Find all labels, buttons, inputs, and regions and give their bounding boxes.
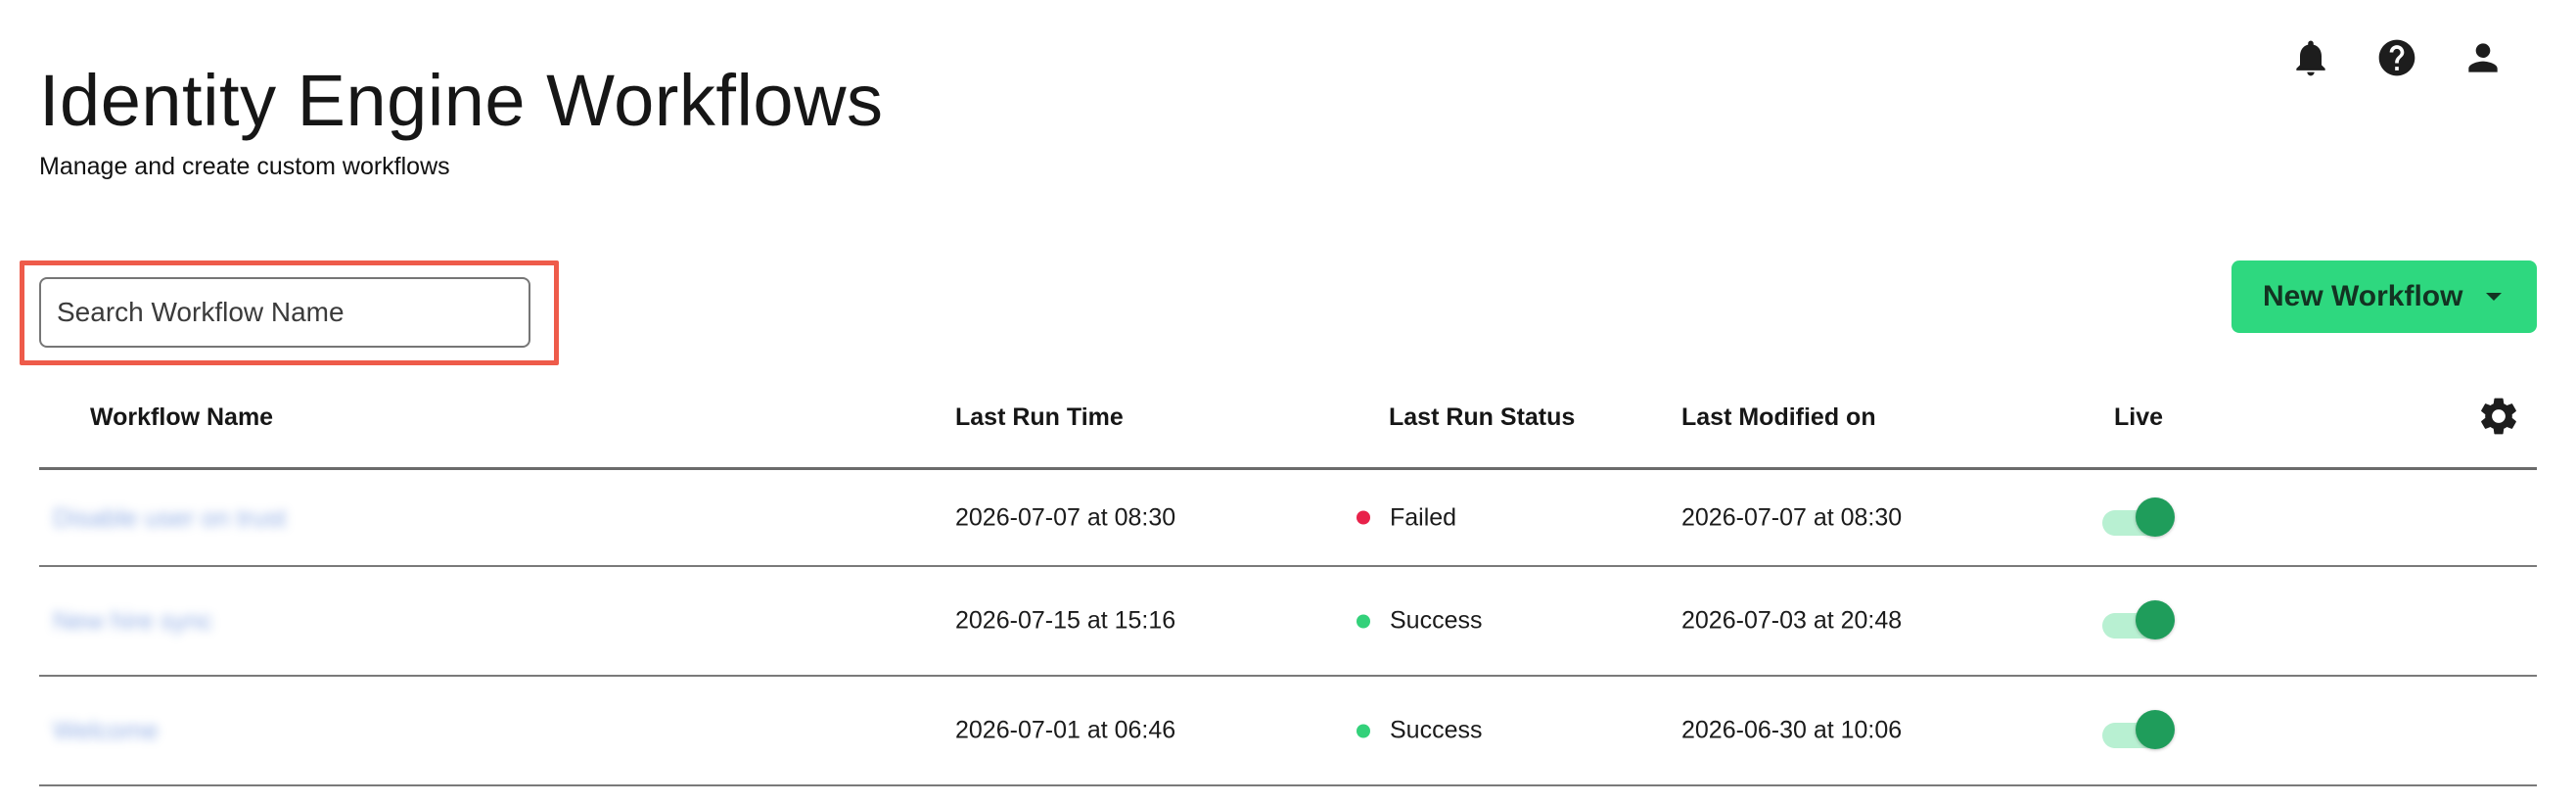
user-icon[interactable] bbox=[2459, 33, 2507, 82]
page-subtitle: Manage and create custom workflows bbox=[39, 153, 450, 180]
status-label: Success bbox=[1390, 606, 1483, 635]
last-modified: 2026-06-30 at 10:06 bbox=[1681, 716, 1903, 744]
workflows-page: Identity Engine Workflows Manage and cre… bbox=[0, 0, 2576, 805]
last-run-status: Success bbox=[1357, 717, 1482, 745]
chevron-down-icon[interactable] bbox=[2486, 293, 2502, 301]
search-input[interactable] bbox=[39, 277, 530, 348]
toggle-knob bbox=[2136, 600, 2175, 639]
workflow-name-link[interactable]: Welcome bbox=[53, 716, 159, 746]
live-toggle[interactable] bbox=[2100, 497, 2179, 540]
workflows-table: Workflow Name Last Run Time Last Run Sta… bbox=[39, 384, 2537, 786]
workflow-name-link[interactable]: Disable user on trust bbox=[53, 502, 286, 533]
table-row[interactable]: Disable user on trust 2026-07-07 at 08:3… bbox=[39, 470, 2537, 567]
last-modified: 2026-07-07 at 08:30 bbox=[1681, 503, 1903, 531]
status-dot bbox=[1357, 510, 1370, 525]
live-toggle[interactable] bbox=[2100, 709, 2179, 752]
column-header-live[interactable]: Live bbox=[2114, 403, 2163, 432]
column-header-last-run-time[interactable]: Last Run Time bbox=[955, 403, 1124, 432]
last-run-status: Failed bbox=[1357, 503, 1456, 532]
column-header-name[interactable]: Workflow Name bbox=[90, 403, 273, 432]
top-icon-bar bbox=[2286, 33, 2507, 82]
toggle-knob bbox=[2136, 710, 2175, 749]
live-toggle[interactable] bbox=[2100, 599, 2179, 642]
toggle-knob bbox=[2136, 497, 2175, 537]
column-header-last-run-status[interactable]: Last Run Status bbox=[1389, 403, 1575, 432]
last-run-time: 2026-07-07 at 08:30 bbox=[955, 503, 1176, 531]
last-modified: 2026-07-03 at 20:48 bbox=[1681, 606, 1903, 635]
help-icon[interactable] bbox=[2372, 33, 2421, 82]
last-run-status: Success bbox=[1357, 607, 1482, 636]
status-dot bbox=[1357, 614, 1370, 628]
status-label: Failed bbox=[1390, 503, 1457, 531]
bell-icon[interactable] bbox=[2286, 33, 2335, 82]
status-label: Success bbox=[1390, 716, 1483, 744]
last-run-time: 2026-07-01 at 06:46 bbox=[955, 716, 1176, 744]
column-header-last-modified[interactable]: Last Modified on bbox=[1681, 403, 1876, 432]
new-workflow-label: New Workflow bbox=[2263, 280, 2463, 312]
table-header: Workflow Name Last Run Time Last Run Sta… bbox=[39, 384, 2537, 470]
new-workflow-button[interactable]: New Workflow bbox=[2231, 260, 2537, 333]
status-dot bbox=[1357, 724, 1370, 737]
table-row[interactable]: New hire sync 2026-07-15 at 15:16 Succes… bbox=[39, 567, 2537, 677]
workflow-name-link[interactable]: New hire sync bbox=[53, 606, 212, 637]
gear-icon[interactable] bbox=[2476, 394, 2521, 439]
table-row[interactable]: Welcome 2026-07-01 at 06:46 Success 2026… bbox=[39, 677, 2537, 786]
page-title: Identity Engine Workflows bbox=[39, 60, 884, 141]
last-run-time: 2026-07-15 at 15:16 bbox=[955, 606, 1176, 635]
